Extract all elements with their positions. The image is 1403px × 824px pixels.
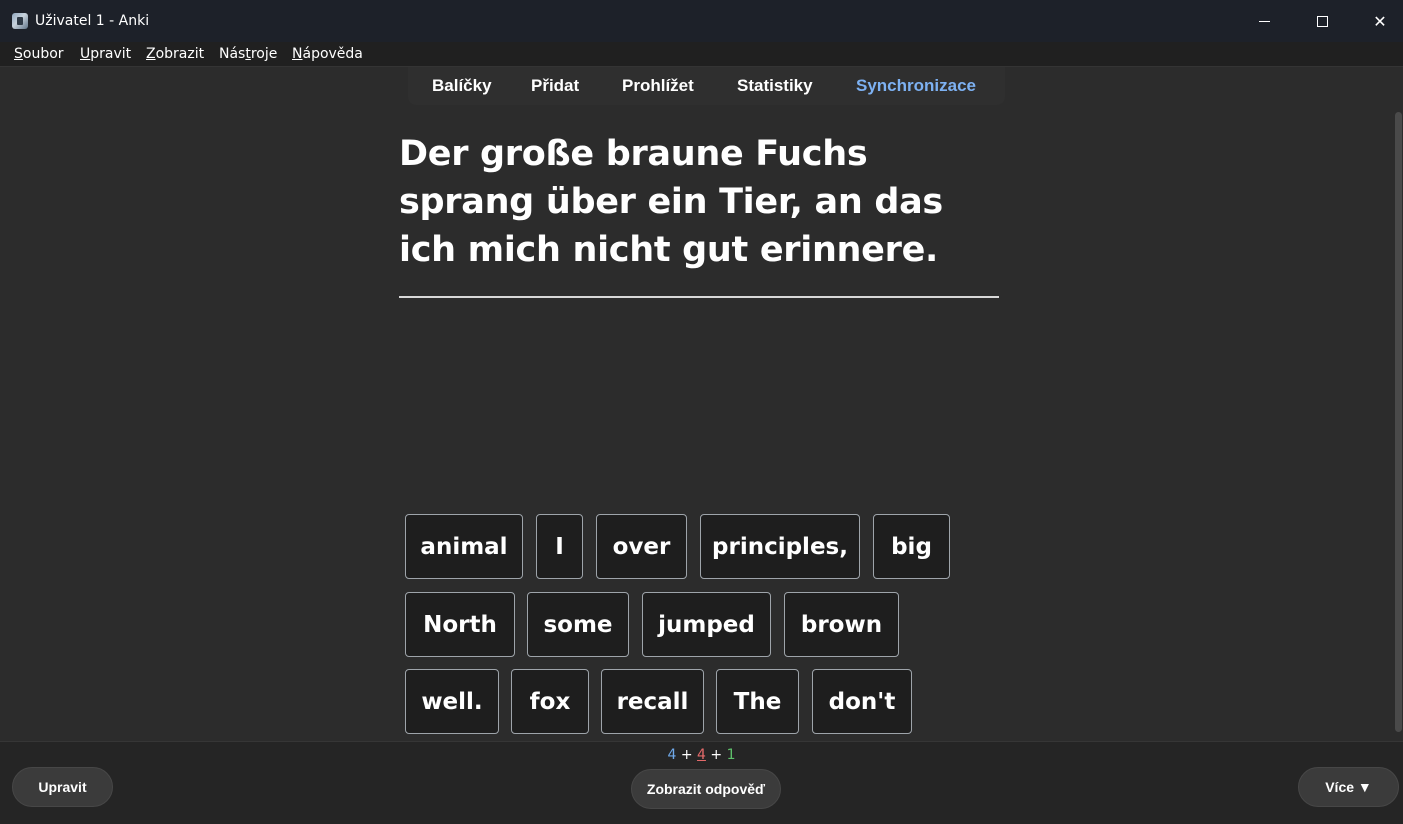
menu-soubor[interactable]: Soubor	[14, 46, 64, 63]
title-bar: Uživatel 1 - Anki ✕	[0, 0, 1403, 42]
new-count: 4	[667, 747, 677, 763]
word-tile[interactable]: over	[596, 514, 687, 579]
word-tile[interactable]: principles,	[700, 514, 860, 579]
learning-count: 4	[697, 747, 706, 763]
word-tile[interactable]: animal	[405, 514, 523, 579]
word-tile[interactable]: don't	[812, 669, 912, 734]
maximize-button[interactable]	[1293, 0, 1351, 42]
word-tile[interactable]: North	[405, 592, 515, 657]
minimize-button[interactable]	[1235, 0, 1293, 42]
question-divider	[399, 296, 999, 298]
show-answer-button[interactable]: Zobrazit odpověď	[631, 769, 781, 809]
word-tile[interactable]: brown	[784, 592, 899, 657]
tab-browse[interactable]: Prohlížet	[622, 76, 694, 96]
word-tile[interactable]: big	[873, 514, 950, 579]
tab-decks[interactable]: Balíčky	[432, 76, 492, 96]
window-title: Uživatel 1 - Anki	[35, 13, 150, 29]
anki-app-icon	[12, 13, 28, 29]
tab-sync[interactable]: Synchronizace	[856, 76, 976, 96]
word-tile[interactable]: I	[536, 514, 583, 579]
menu-nastroje[interactable]: Nástroje	[219, 46, 277, 63]
tab-add[interactable]: Přidat	[531, 76, 579, 96]
minimize-icon	[1258, 20, 1270, 22]
menu-upravit[interactable]: Upravit	[80, 46, 131, 63]
tab-stats[interactable]: Statistiky	[737, 76, 813, 96]
menu-bar: Soubor Upravit Zobrazit Nástroje Nápověd…	[0, 42, 1403, 67]
more-button[interactable]: Více ▼	[1298, 767, 1399, 807]
word-tile[interactable]: some	[527, 592, 629, 657]
count-separator: +	[710, 747, 723, 763]
vertical-scrollbar[interactable]	[1395, 112, 1402, 732]
edit-button[interactable]: Upravit	[12, 767, 113, 807]
word-tile[interactable]: well.	[405, 669, 499, 734]
count-separator: +	[680, 747, 693, 763]
maximize-icon	[1316, 15, 1328, 27]
menu-zobrazit[interactable]: Zobrazit	[146, 46, 204, 63]
card-question: Der große braune Fuchs sprang über ein T…	[399, 134, 943, 270]
due-counts: 4 + 4 + 1	[0, 746, 1403, 764]
close-icon: ✕	[1373, 11, 1387, 31]
word-tile[interactable]: The	[716, 669, 799, 734]
word-tile[interactable]: fox	[511, 669, 589, 734]
menu-napoveda[interactable]: Nápověda	[292, 46, 363, 63]
main-toolbar: Balíčky Přidat Prohlížet Statistiky Sync…	[408, 67, 1005, 105]
review-count: 1	[726, 747, 736, 763]
word-tile[interactable]: jumped	[642, 592, 771, 657]
word-tile[interactable]: recall	[601, 669, 704, 734]
close-button[interactable]: ✕	[1351, 0, 1403, 42]
